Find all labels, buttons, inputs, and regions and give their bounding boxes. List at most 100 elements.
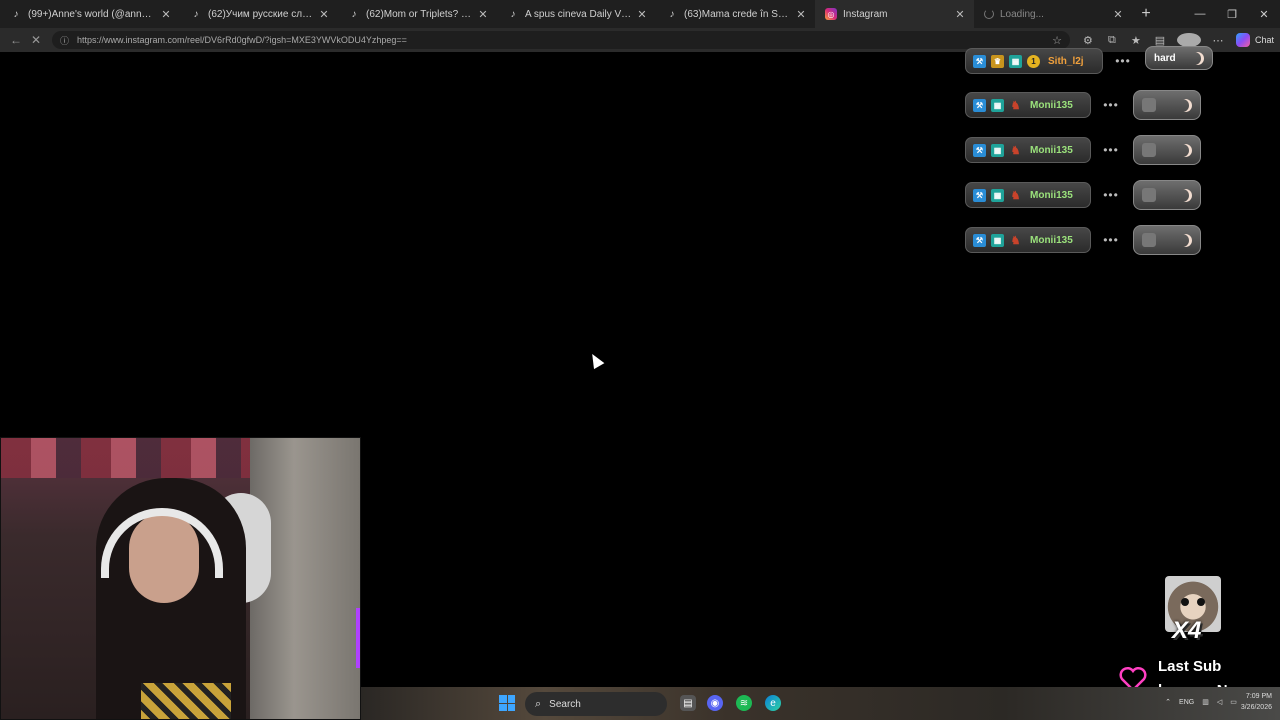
tab-close-icon[interactable]: ✕ — [477, 8, 489, 21]
windows-start-icon[interactable] — [499, 695, 515, 711]
monkey-eye — [1197, 598, 1205, 606]
chat-user-pill: ⚒ ▦ ♞ Monii135 — [965, 92, 1091, 118]
screen: ♪ (99+)Anne's world (@anne.s_world) ✕ ♪ … — [0, 0, 1280, 720]
tab-title: Instagram — [843, 8, 888, 20]
badge-icon: ⚒ — [973, 54, 986, 68]
taskbar-clock[interactable]: 7:09 PM 3/26/2026 — [1241, 691, 1272, 713]
spotify-icon[interactable]: ≋ — [736, 695, 752, 711]
streamer-shirt — [141, 683, 231, 719]
chat-username: Monii135 — [1030, 234, 1073, 246]
browser-tab-strip: ♪ (99+)Anne's world (@anne.s_world) ✕ ♪ … — [0, 0, 1280, 28]
profile-avatar[interactable] — [1176, 33, 1201, 47]
browser-tab[interactable]: ♪ (99+)Anne's world (@anne.s_world) ✕ — [0, 0, 180, 28]
new-tab-button[interactable]: + — [1132, 5, 1160, 23]
chat-message-toggle — [1133, 135, 1201, 165]
monkey-emote-icon — [1142, 98, 1156, 112]
url-text: https://www.instagram.com/reel/DV6rRd0gf… — [77, 35, 407, 45]
network-icon[interactable]: ▥ — [1202, 698, 1209, 706]
tab-title: A spus cineva Daily Vlogs din Par — [525, 8, 632, 20]
file-explorer-icon[interactable]: ▤ — [680, 695, 696, 711]
browser-tab-active[interactable]: ◎ Instagram ✕ — [815, 0, 974, 28]
favorite-star-icon[interactable]: ☆ — [1052, 34, 1062, 47]
tiktok-icon: ♪ — [510, 8, 516, 20]
tab-title: (62)Учим русские слова: смешные — [208, 8, 314, 20]
coin-badge-icon: 1 — [1027, 54, 1040, 68]
moon-icon — [1191, 52, 1204, 65]
browser-tab[interactable]: ♪ (62)Mom or Triplets? Road Trip Su ✕ — [338, 0, 497, 28]
language-indicator[interactable]: ENG — [1179, 699, 1194, 706]
monkey-emote-icon — [1142, 143, 1156, 157]
collections-icon[interactable]: ▤ — [1148, 34, 1172, 47]
badge-icon: ▦ — [991, 98, 1004, 112]
minimize-button[interactable]: — — [1184, 8, 1216, 21]
badge-icon: ▦ — [1009, 54, 1022, 68]
tiktok-icon: ♪ — [669, 8, 675, 20]
site-info-icon[interactable]: ⓘ — [60, 34, 69, 47]
browser-tab[interactable]: ♪ (62)Учим русские слова: смешные ✕ — [180, 0, 338, 28]
tab-close-icon[interactable]: ✕ — [954, 8, 966, 21]
purple-light — [356, 608, 360, 668]
volume-icon[interactable]: ◁ — [1217, 698, 1222, 706]
toolbar-icons: ⚙ ⧉ ★ ▤ ⋯ — [1076, 33, 1230, 47]
tab-title: (63)Mama crede în SUPERSTIȚII 😂 — [684, 8, 791, 20]
chat-message-toggle: hard — [1145, 46, 1213, 70]
more-dots-icon: ••• — [1103, 188, 1119, 202]
clock-date: 3/26/2026 — [1240, 704, 1272, 711]
search-label: Search — [549, 698, 581, 710]
taskbar-search[interactable]: ⌕ Search — [525, 692, 667, 716]
copilot-chat-button[interactable]: Chat — [1235, 33, 1274, 47]
tab-close-icon[interactable]: ✕ — [636, 8, 648, 21]
chat-username: Monii135 — [1030, 189, 1073, 201]
windows-taskbar: ⌕ Search ▤ ◉ ≋ e ⌃ ENG ▥ ◁ ▭ 7:09 PM 3/2… — [361, 687, 1280, 720]
demon-badge-icon: ♞ — [1010, 99, 1021, 112]
browser-tab[interactable]: Loading... ✕ — [974, 0, 1132, 28]
demon-badge-icon: ♞ — [1010, 144, 1021, 157]
tiktok-icon: ♪ — [351, 8, 357, 20]
moon-icon — [1179, 144, 1192, 157]
tab-close-icon[interactable]: ✕ — [795, 8, 807, 21]
window-controls: — ❐ ✕ — [1184, 8, 1280, 21]
moon-icon — [1179, 189, 1192, 202]
stop-loading-icon[interactable]: ✕ — [26, 33, 46, 47]
favorites-icon[interactable]: ★ — [1124, 34, 1148, 47]
tab-close-icon[interactable]: ✕ — [1112, 8, 1124, 21]
tray-chevron-icon[interactable]: ⌃ — [1165, 698, 1171, 706]
moon-icon — [1179, 99, 1192, 112]
close-window-button[interactable]: ✕ — [1248, 8, 1280, 21]
badge-icon: ⚒ — [973, 188, 986, 202]
chat-user-pill: ⚒ ▦ ♞ Monii135 — [965, 137, 1091, 163]
moon-icon — [1179, 234, 1192, 247]
more-dots-icon: ••• — [1103, 233, 1119, 247]
more-dots-icon: ••• — [1103, 143, 1119, 157]
tab-close-icon[interactable]: ✕ — [160, 8, 172, 21]
edge-icon[interactable]: e — [765, 695, 781, 711]
chat-row: ⚒ ▦ ♞ Monii135 ••• — [965, 225, 1201, 255]
back-arrow-icon[interactable]: ← — [6, 33, 26, 47]
sub-multiplier: X4 — [1172, 617, 1202, 644]
browser-tab[interactable]: ♪ (63)Mama crede în SUPERSTIȚII 😂 ✕ — [656, 0, 815, 28]
extensions-icon[interactable]: ⚙ — [1076, 34, 1100, 47]
maximize-button[interactable]: ❐ — [1216, 8, 1248, 21]
more-menu-icon[interactable]: ⋯ — [1206, 34, 1230, 47]
badge-icon: ⚒ — [973, 143, 986, 157]
tiktok-icon: ♪ — [13, 8, 19, 20]
monkey-emote-icon — [1142, 188, 1156, 202]
chat-username: Monii135 — [1030, 99, 1073, 111]
chat-row: ⚒ ▦ ♞ Monii135 ••• — [965, 135, 1201, 165]
tab-title: (62)Mom or Triplets? Road Trip Su — [366, 8, 473, 20]
tab-title: (99+)Anne's world (@anne.s_world) — [28, 8, 156, 20]
battery-icon[interactable]: ▭ — [1230, 698, 1237, 706]
browser-tab[interactable]: ♪ A spus cineva Daily Vlogs din Par ✕ — [497, 0, 656, 28]
demon-badge-icon: ♞ — [1010, 189, 1021, 202]
tab-close-icon[interactable]: ✕ — [318, 8, 330, 21]
split-screen-icon[interactable]: ⧉ — [1100, 34, 1124, 47]
clock-time: 7:09 PM — [1245, 693, 1272, 700]
badge-icon: ⚒ — [973, 233, 986, 247]
chat-user-pill: ⚒ ♛ ▦ 1 Sith_l2j — [965, 48, 1103, 74]
chat-message-toggle — [1133, 90, 1201, 120]
search-icon: ⌕ — [535, 697, 542, 710]
discord-icon[interactable]: ◉ — [707, 695, 723, 711]
address-bar[interactable]: ⓘ https://www.instagram.com/reel/DV6rRd0… — [52, 31, 1070, 49]
chat-username: Monii135 — [1030, 144, 1073, 156]
spinner-icon — [984, 9, 994, 19]
